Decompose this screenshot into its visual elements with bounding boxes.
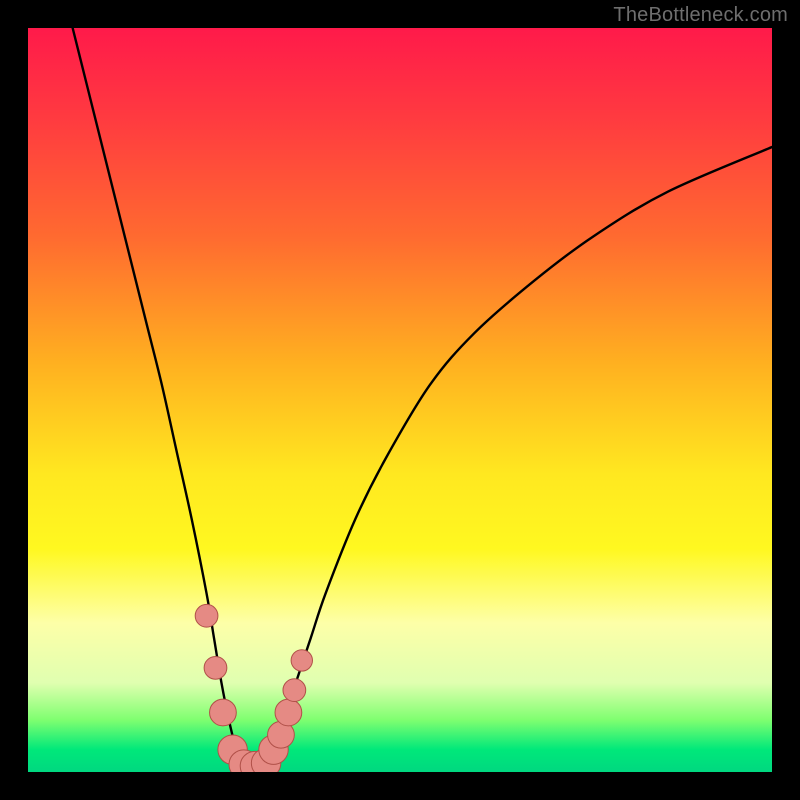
plot-area — [28, 28, 772, 772]
data-marker — [195, 604, 218, 627]
bottleneck-curve — [73, 28, 772, 769]
data-marker — [275, 699, 302, 726]
data-marker — [291, 650, 312, 671]
data-marker — [210, 699, 237, 726]
watermark-text: TheBottleneck.com — [613, 4, 788, 27]
data-marker — [283, 679, 306, 702]
data-marker — [204, 656, 227, 679]
curve-layer — [28, 28, 772, 772]
